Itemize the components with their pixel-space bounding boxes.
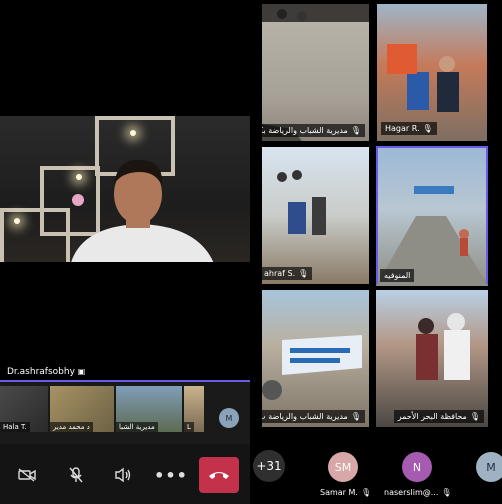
filmstrip-item[interactable]: د محمد مدير	[50, 386, 114, 432]
video-tile[interactable]: مديرية الشباب والرياضة ب 🎙	[262, 290, 369, 427]
tile-label-text: Hagar R.	[385, 124, 420, 133]
video-tile-active[interactable]: المنوفيه	[376, 146, 488, 286]
video-tile[interactable]: ahraf S. 🎙	[262, 147, 369, 284]
shelf-light	[130, 130, 136, 136]
mic-off-icon: 🎙	[298, 269, 309, 278]
tile-label: مديرية الشباب والرياضة ب 🎙	[262, 410, 365, 423]
video-tile[interactable]: Hagar R. 🎙	[377, 4, 487, 141]
tile-label-text: ahraf S.	[264, 269, 296, 278]
banner-scene	[262, 335, 362, 400]
road-scene	[376, 186, 488, 286]
call-controls: •••	[0, 444, 250, 504]
tile-label-text: محافظة البحر الأحمر	[397, 412, 467, 421]
camera-off-icon	[18, 468, 36, 482]
filmstrip-avatar[interactable]: M	[219, 408, 239, 428]
filmstrip-item-label: د محمد مدير	[50, 422, 93, 432]
tile-label: محافظة البحر الأحمر 🎙	[393, 410, 484, 423]
filmstrip-item[interactable]: Hala T.	[0, 386, 48, 432]
camera-off-button[interactable]	[14, 462, 40, 488]
filmstrip-item[interactable]: L	[184, 386, 204, 432]
mic-off-icon: 🎙	[360, 488, 372, 497]
filmstrip-item-label: L	[184, 422, 194, 432]
tile-label-text: مديرية الشباب والرياضة بكفر الشي	[262, 126, 348, 135]
participant-name-text: Samar M.	[320, 488, 358, 497]
video-tile[interactable]: محافظة البحر الأحمر 🎙	[376, 290, 488, 427]
more-participants-button[interactable]: +31	[253, 450, 285, 482]
speaker-button[interactable]	[110, 462, 136, 488]
leave-call-button[interactable]	[199, 457, 239, 493]
speaker-name-tag: Dr.ashrafsobhy ▣	[2, 365, 91, 379]
participant-avatar[interactable]: SM	[328, 452, 358, 482]
filmstrip: Hala T. د محمد مدير مديرية الشبا L M	[0, 380, 250, 444]
tile-label: المنوفيه	[380, 269, 415, 282]
mic-off-icon: 🎙	[350, 126, 361, 135]
mic-off-icon	[69, 467, 83, 483]
speaker-person	[71, 159, 214, 262]
filmstrip-item-label: Hala T.	[0, 422, 30, 432]
tile-label: Hagar R. 🎙	[381, 122, 437, 135]
mic-off-icon: 🎙	[422, 124, 433, 133]
participant-name-text: naserslim@...	[384, 488, 439, 497]
shelf-light	[14, 218, 20, 224]
video-tile[interactable]: مديرية الشباب والرياضة بكفر الشي🎙	[262, 4, 369, 141]
participants-bar	[250, 430, 502, 504]
street-scene	[262, 4, 369, 141]
participant-name: Samar M. 🎙	[320, 488, 371, 497]
mic-off-icon: 🎙	[441, 488, 452, 497]
crowd-scene	[387, 44, 459, 112]
tile-label-text: المنوفيه	[384, 271, 411, 280]
tile-label-text: مديرية الشباب والرياضة ب	[262, 412, 348, 421]
speaker-name: Dr.ashrafsobhy	[7, 367, 75, 377]
filmstrip-item[interactable]: مديرية الشبا	[116, 386, 182, 432]
mic-off-icon: 🎙	[469, 412, 480, 421]
more-icon: •••	[154, 465, 188, 485]
march-scene	[277, 170, 326, 235]
participant-avatar[interactable]: M	[476, 452, 502, 482]
phone-hangup-icon	[209, 472, 229, 479]
tile-label: ahraf S. 🎙	[262, 267, 313, 280]
more-options-button[interactable]: •••	[154, 462, 187, 488]
tile-label: مديرية الشباب والرياضة بكفر الشي🎙	[262, 124, 365, 137]
participant-avatar[interactable]: N	[402, 452, 432, 482]
screen-share-icon: ▣	[77, 367, 86, 376]
speaker-video[interactable]	[0, 116, 250, 262]
speaker-icon	[115, 467, 131, 483]
participant-name: naserslim@... 🎙	[384, 488, 452, 497]
mic-off-icon: 🎙	[350, 412, 361, 421]
mic-off-button[interactable]	[63, 462, 89, 488]
women-scene	[416, 313, 470, 380]
filmstrip-item-label: مديرية الشبا	[116, 422, 158, 432]
